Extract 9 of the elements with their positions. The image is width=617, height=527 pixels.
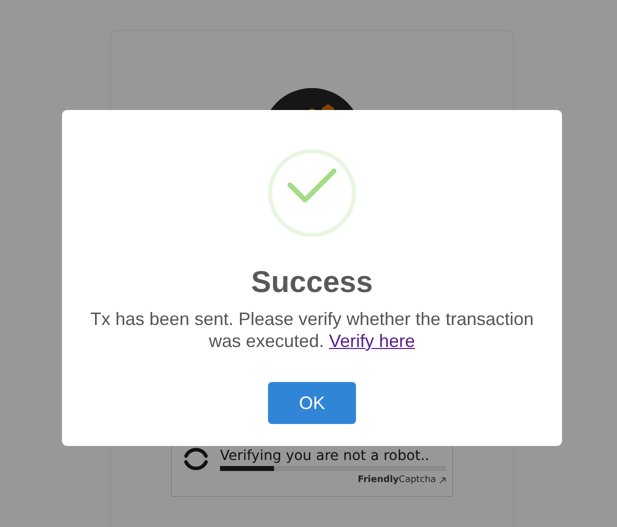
ok-button[interactable]: OK bbox=[268, 382, 356, 424]
captcha-status: Verifying you are not a robot.. bbox=[220, 448, 430, 464]
external-link-icon bbox=[439, 476, 446, 484]
captcha-brand: FriendlyCaptcha bbox=[358, 475, 436, 485]
verify-link[interactable]: Verify here bbox=[329, 331, 416, 351]
dialog-message: Tx has been sent. Please verify whether the transaction was executed. Verify here bbox=[89, 308, 535, 352]
checkmark-icon bbox=[267, 148, 357, 238]
dialog-title: Success bbox=[251, 266, 373, 300]
spinner-icon bbox=[182, 445, 210, 473]
